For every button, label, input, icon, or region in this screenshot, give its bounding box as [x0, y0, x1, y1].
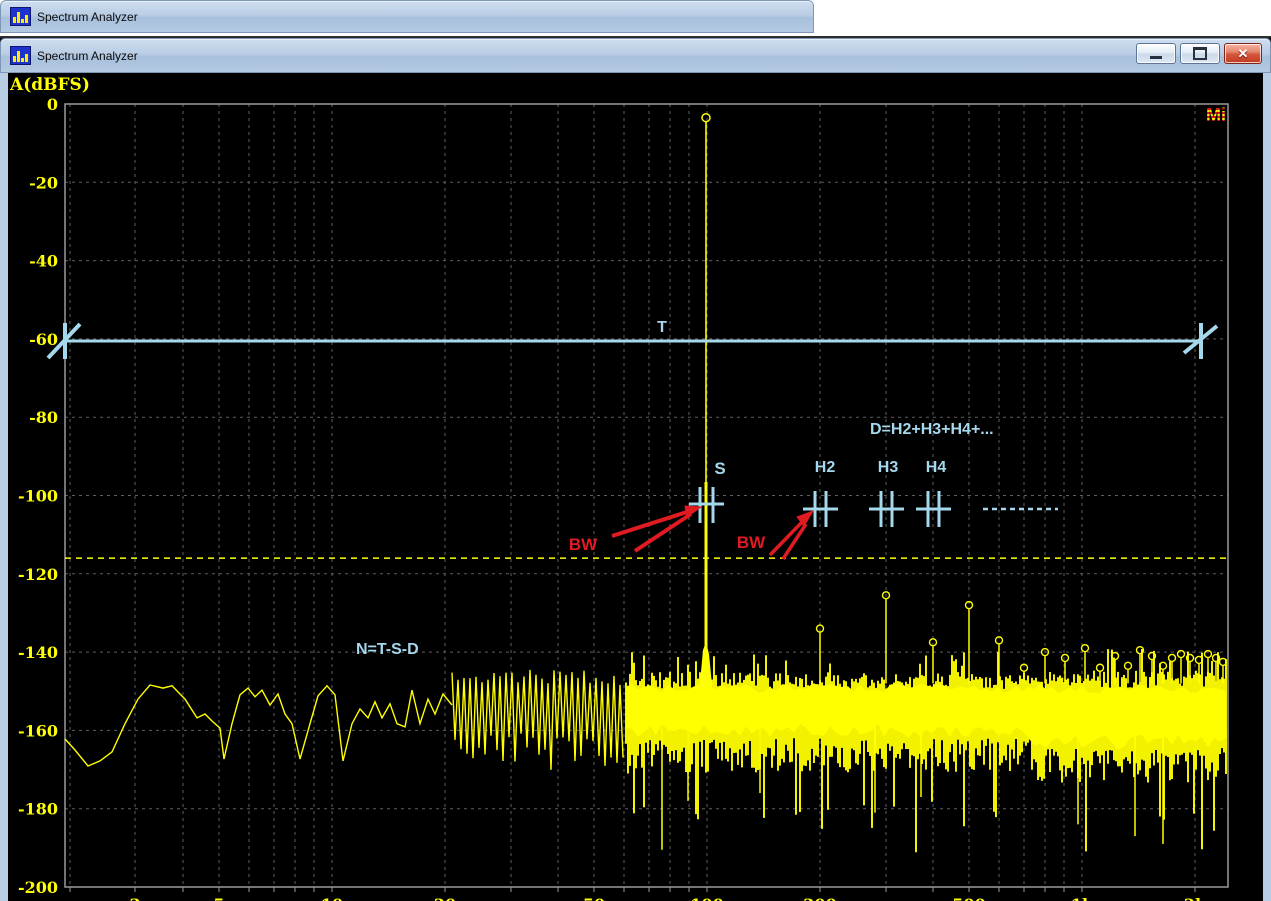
y-tick-label: -200 — [18, 878, 58, 897]
x-tick-label-cropped: 1k — [1071, 895, 1094, 901]
x-tick-label-cropped: 10 — [321, 895, 343, 901]
x-tick-label-cropped: 20 — [434, 895, 456, 901]
plot-client-area: A(dBFS) Mi — [0, 73, 1271, 901]
n-formula-label: N=T-S-D — [356, 641, 419, 658]
y-tick-label: -20 — [29, 173, 58, 192]
h2-label: H2 — [815, 459, 836, 476]
d-formula-label: D=H2+H3+H4+... — [870, 421, 994, 438]
x-tick-label-cropped: 500 — [952, 895, 985, 901]
h4-label: H4 — [926, 459, 947, 476]
close-button[interactable]: ✕ — [1224, 43, 1262, 64]
h3-label: H3 — [878, 459, 899, 476]
x-tick-label-cropped: 3 — [129, 895, 140, 901]
mi-logo: Mi — [1206, 105, 1226, 125]
axis-labels-layer: 0 -20 -40 -60 -80 -100 -120 -140 -160 -180 -200 3 5 1… — [18, 95, 1207, 901]
x-tick-label-cropped: 200 — [803, 895, 836, 901]
y-tick-label: -100 — [18, 487, 58, 506]
window-title: Spectrum Analyzer — [37, 49, 138, 63]
spectrum-analyzer-window: Spectrum Analyzer ✕ A(dBFS) Mi — [0, 36, 1271, 901]
window-titlebar[interactable]: Spectrum Analyzer ✕ — [0, 38, 1271, 73]
bw-label-1: BW — [569, 535, 598, 554]
t-label: T — [657, 319, 667, 336]
minimize-button[interactable] — [1136, 43, 1176, 64]
spur-circle-marker — [1097, 664, 1104, 671]
y-tick-label: -140 — [18, 643, 58, 662]
noise-floor-smooth-trace — [65, 685, 452, 766]
spectrum-plot[interactable]: A(dBFS) Mi — [8, 73, 1263, 901]
spur-circle-marker — [1169, 654, 1176, 661]
noise-comb-spikes — [626, 649, 1226, 852]
maximize-button[interactable] — [1180, 43, 1220, 64]
y-axis-title: A(dBFS) — [9, 75, 90, 95]
x-tick-label-cropped: 50 — [583, 895, 605, 901]
y-tick-label: -180 — [18, 800, 58, 819]
s-label: S — [714, 459, 725, 478]
background-window-title: Spectrum Analyzer — [37, 10, 138, 24]
bw-markers — [689, 487, 951, 527]
trace-layer — [65, 114, 1227, 853]
y-tick-label: -120 — [18, 565, 58, 584]
x-tick-label-cropped: 5 — [213, 895, 224, 901]
background-window: Spectrum Analyzer — [0, 0, 814, 33]
spur-circle-marker — [1062, 654, 1069, 661]
y-tick-label: -60 — [29, 330, 58, 349]
close-icon: ✕ — [1238, 47, 1249, 60]
minimize-icon — [1150, 56, 1162, 59]
maximize-icon — [1193, 47, 1207, 60]
y-tick-label: -40 — [29, 252, 58, 271]
x-tick-label-cropped: 2k — [1184, 895, 1207, 901]
noise-zigzag-trace — [452, 670, 623, 770]
y-tick-label: 0 — [47, 95, 58, 114]
spectrum-bars-icon — [10, 46, 31, 65]
y-tick-label: -80 — [29, 408, 58, 427]
y-tick-label: -160 — [18, 721, 58, 740]
bw-label-2: BW — [737, 533, 766, 552]
spur-circle-marker — [1125, 662, 1132, 669]
t-line[interactable] — [48, 323, 1217, 359]
grid-layer — [65, 104, 1228, 892]
background-window-titlebar[interactable]: Spectrum Analyzer — [0, 0, 814, 33]
spectrum-bars-icon — [10, 7, 31, 26]
annotation-texts: T S H2 H3 H4 D=H2+H3+H4+... N=T-S-D BW B… — [356, 319, 994, 658]
spur-circle-marker — [1082, 645, 1089, 652]
desktop: { "back_window": { "title": "Spectrum An… — [0, 0, 1271, 899]
x-tick-label-cropped: 100 — [690, 895, 723, 901]
caption-buttons: ✕ — [1136, 43, 1262, 64]
main-tone-circle-marker — [702, 114, 710, 122]
